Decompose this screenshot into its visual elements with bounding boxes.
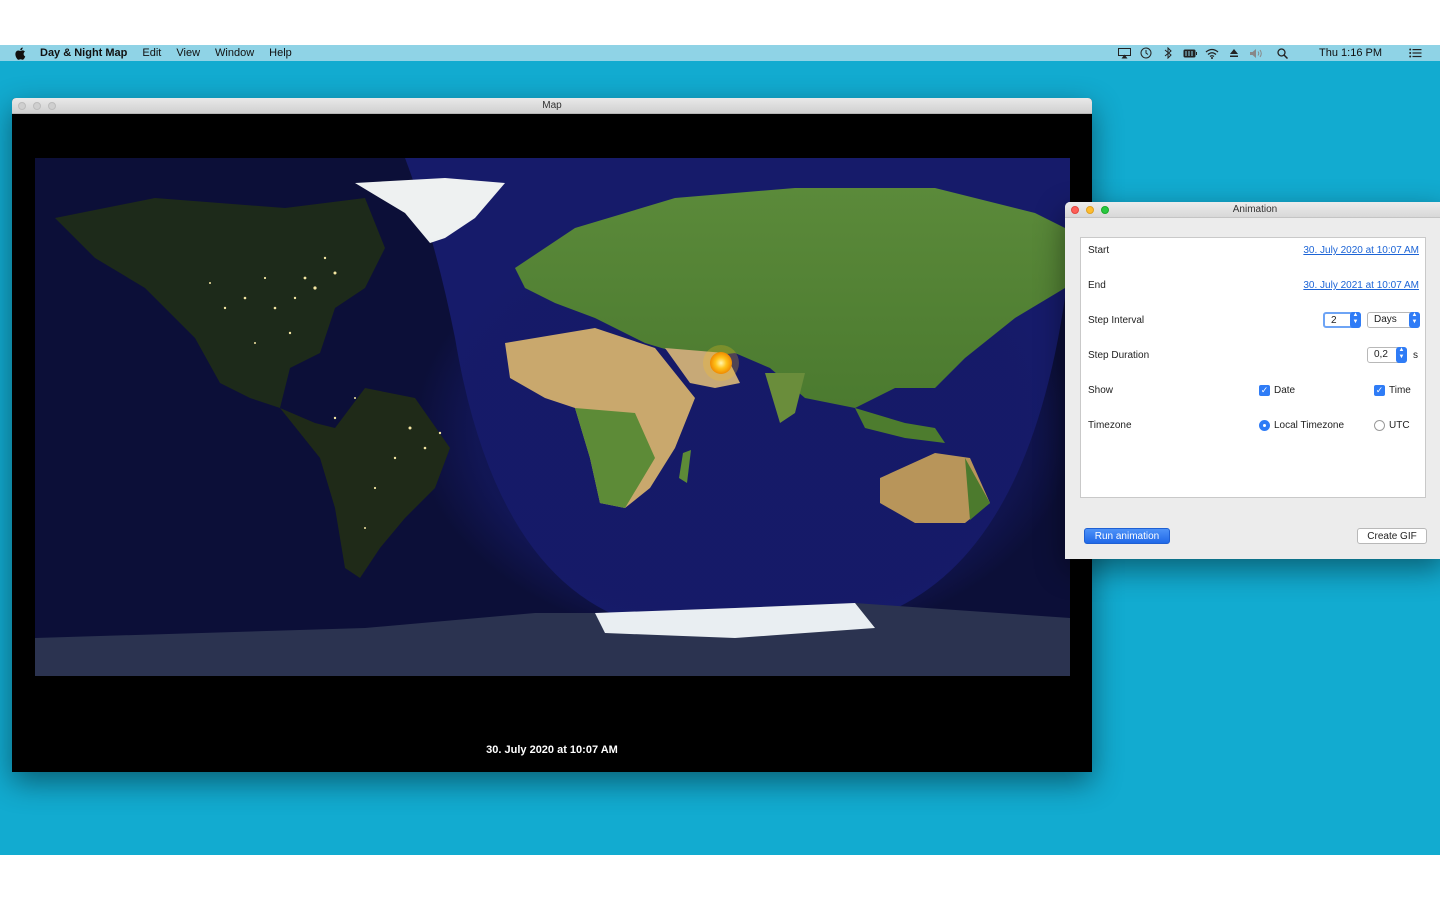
timezone-row: Timezone Local Timezone UTC — [1081, 416, 1427, 436]
menu-window[interactable]: Window — [215, 45, 254, 61]
wifi-icon[interactable] — [1205, 47, 1219, 59]
timezone-label: Timezone — [1088, 420, 1132, 431]
end-date-link[interactable]: 30. July 2021 at 10:07 AM — [1303, 280, 1419, 291]
animation-window: Animation Start 30. July 2020 at 10:07 A… — [1065, 202, 1440, 559]
animation-window-title: Animation — [1232, 204, 1278, 215]
local-timezone-radio[interactable] — [1259, 420, 1270, 431]
desktop: Day & Night Map Edit View Window Help Th… — [0, 45, 1440, 855]
step-duration-unit: s — [1413, 350, 1418, 361]
run-animation-button[interactable]: Run animation — [1084, 528, 1170, 544]
menu-edit[interactable]: Edit — [142, 45, 161, 61]
step-interval-label: Step Interval — [1088, 315, 1145, 326]
time-checkbox-label: Time — [1389, 385, 1411, 396]
create-gif-button[interactable]: Create GIF — [1357, 528, 1427, 544]
volume-icon[interactable] — [1249, 47, 1263, 59]
date-checkbox-label: Date — [1274, 385, 1296, 396]
step-duration-stepper[interactable]: 0,2 ▲ ▼ — [1367, 347, 1407, 363]
menu-bar: Day & Night Map Edit View Window Help Th… — [0, 45, 1440, 61]
step-duration-row: Step Duration 0,2 ▲ ▼ s — [1081, 346, 1427, 366]
local-timezone-label: Local Timezone — [1274, 420, 1345, 431]
airplay-icon[interactable] — [1117, 47, 1131, 59]
chevron-up-down-icon: ▲ ▼ — [1409, 312, 1420, 328]
sun-icon — [703, 345, 739, 381]
step-interval-unit-select[interactable]: Days ▲ ▼ — [1367, 312, 1420, 328]
time-checkbox[interactable]: ✓ — [1374, 385, 1385, 396]
map-window-titlebar[interactable]: Map — [12, 98, 1092, 114]
end-label: End — [1088, 280, 1106, 291]
map-window-title: Map — [542, 100, 562, 111]
show-label: Show — [1088, 385, 1114, 396]
step-duration-label: Step Duration — [1088, 350, 1150, 361]
bluetooth-icon[interactable] — [1161, 47, 1175, 59]
step-interval-unit-value: Days — [1374, 314, 1397, 325]
show-row: Show ✓ Date ✓ Time — [1081, 381, 1427, 401]
stepper-arrows-icon[interactable]: ▲ ▼ — [1350, 312, 1361, 328]
step-interval-row: Step Interval 2 ▲ ▼ Days ▲ ▼ — [1081, 311, 1427, 331]
eject-icon[interactable] — [1227, 47, 1241, 59]
menu-help[interactable]: Help — [269, 45, 292, 61]
utc-label: UTC — [1389, 420, 1410, 431]
step-interval-value: 2 — [1331, 315, 1337, 326]
notification-center-icon[interactable] — [1408, 47, 1422, 59]
date-checkbox[interactable]: ✓ — [1259, 385, 1270, 396]
menu-app-name[interactable]: Day & Night Map — [40, 45, 127, 61]
world-map[interactable] — [35, 158, 1070, 676]
step-duration-value: 0,2 — [1374, 349, 1388, 360]
start-label: Start — [1088, 245, 1110, 256]
time-machine-icon[interactable] — [1139, 47, 1153, 59]
animation-window-titlebar[interactable]: Animation — [1065, 202, 1440, 218]
stepper-arrows-icon[interactable]: ▲ ▼ — [1396, 347, 1407, 363]
menu-view[interactable]: View — [176, 45, 200, 61]
start-date-link[interactable]: 30. July 2020 at 10:07 AM — [1303, 245, 1419, 256]
battery-icon[interactable] — [1183, 47, 1198, 59]
animation-settings-panel: Start 30. July 2020 at 10:07 AM End 30. … — [1080, 237, 1426, 498]
step-interval-stepper[interactable]: 2 ▲ ▼ — [1323, 312, 1361, 328]
start-row: Start 30. July 2020 at 10:07 AM — [1081, 241, 1427, 261]
map-window: Map 30. July 2020 at 10:07 AM — [12, 98, 1092, 772]
map-date-caption: 30. July 2020 at 10:07 AM — [486, 744, 618, 756]
search-icon[interactable] — [1275, 47, 1289, 59]
utc-radio[interactable] — [1374, 420, 1385, 431]
end-row: End 30. July 2021 at 10:07 AM — [1081, 276, 1427, 296]
menu-clock[interactable]: Thu 1:16 PM — [1319, 47, 1382, 59]
apple-logo-icon[interactable] — [13, 45, 27, 61]
